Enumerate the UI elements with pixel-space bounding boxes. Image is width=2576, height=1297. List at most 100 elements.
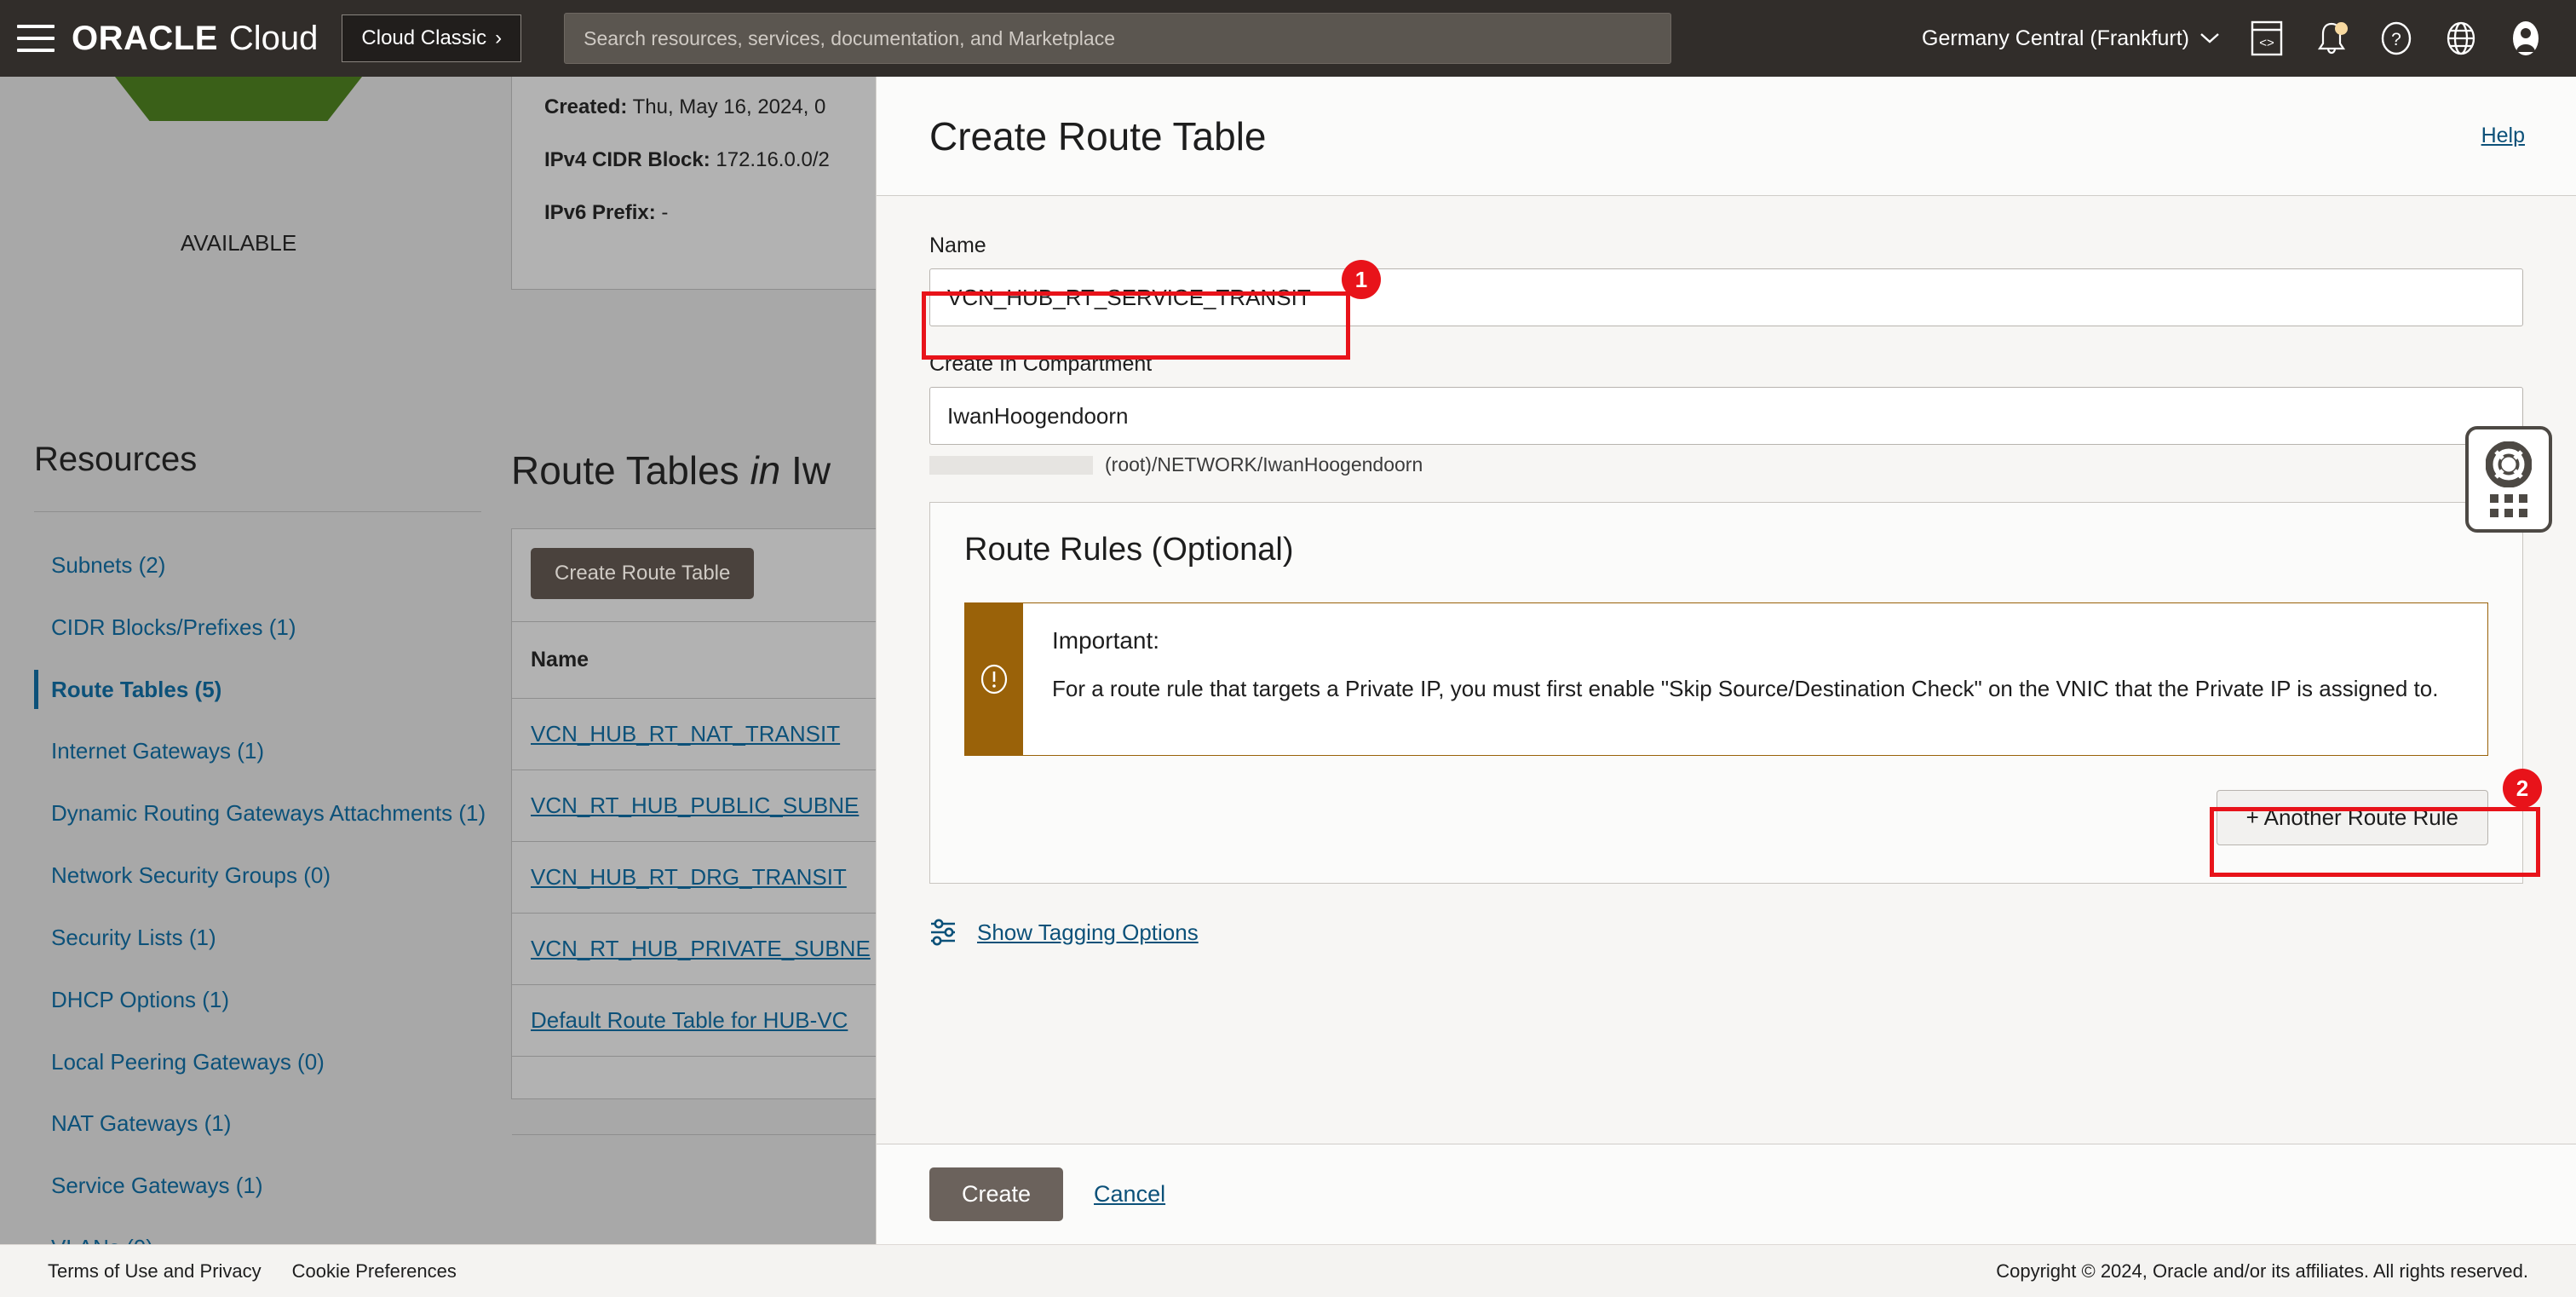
sidebar-item[interactable]: DHCP Options (1) — [0, 985, 511, 1015]
route-tables-column-header-name: Name — [512, 622, 882, 699]
search-input[interactable] — [564, 13, 1672, 64]
site-footer: Terms of Use and Privacy Cookie Preferenc… — [0, 1244, 2576, 1297]
name-input[interactable] — [929, 268, 2523, 326]
oracle-cloud-logo[interactable]: ORACLE Cloud — [72, 20, 318, 58]
compartment-label: Create In Compartment — [929, 352, 1153, 376]
create-route-table-panel: Create Route Table Help Name Create In C… — [876, 77, 2576, 1244]
panel-body: Name Create In Compartment (root)/NETWOR… — [877, 196, 2576, 1144]
sidebar-item-label: Network Security Groups (0) — [51, 862, 331, 889]
table-row[interactable]: VCN_HUB_RT_DRG_TRANSIT — [512, 842, 882, 914]
help-question-icon[interactable]: ? — [2378, 20, 2414, 56]
footer-link[interactable]: Cookie Preferences — [292, 1260, 457, 1283]
route-table-link[interactable]: VCN_RT_HUB_PUBLIC_SUBNE — [531, 793, 859, 818]
important-icon-bar — [965, 603, 1023, 755]
sidebar-item[interactable]: CIDR Blocks/Prefixes (1) — [0, 613, 511, 643]
page-title: Create Route Table — [929, 113, 1267, 159]
create-route-table-button[interactable]: Create Route Table — [531, 548, 755, 599]
region-selector[interactable]: Germany Central (Frankfurt) — [1922, 26, 2220, 51]
notification-badge-dot — [2335, 22, 2348, 35]
sidebar-item-label: Route Tables (5) — [51, 676, 222, 702]
name-field-group: Name — [929, 233, 2523, 326]
sidebar-item[interactable]: Network Security Groups (0) — [0, 861, 511, 891]
help-link[interactable]: Help — [2481, 124, 2525, 148]
route-tables-heading-scope: Iw — [791, 448, 831, 493]
resources-divider — [34, 511, 481, 512]
hamburger-line — [17, 37, 55, 40]
route-tables-heading-in: in — [750, 448, 781, 493]
table-row[interactable]: VCN_RT_HUB_PRIVATE_SUBNE — [512, 914, 882, 985]
sidebar-item[interactable]: Service Gateways (1) — [0, 1171, 511, 1201]
sidebar-item-label: NAT Gateways (1) — [51, 1110, 232, 1137]
cancel-button[interactable]: Cancel — [1094, 1181, 1165, 1208]
detail-created-label: Created: — [544, 95, 628, 118]
detail-ipv4-value: 172.16.0.0/2 — [716, 148, 830, 171]
global-search-container — [564, 13, 1672, 64]
table-row-empty — [512, 1057, 882, 1135]
sidebar-item-label: Service Gateways (1) — [51, 1173, 263, 1199]
route-table-link[interactable]: VCN_HUB_RT_DRG_TRANSIT — [531, 864, 847, 890]
sidebar-item[interactable]: Internet Gateways (1) — [0, 736, 511, 766]
resources-list: Subnets (2) CIDR Blocks/Prefixes (1) Route… — [0, 551, 511, 1295]
route-rules-title: Route Rules (Optional) — [964, 532, 1294, 568]
route-tables-card: Create Route Table Name VCN_HUB_RT_NAT_T… — [511, 528, 883, 1135]
grid-dot — [2519, 509, 2527, 517]
hamburger-line — [17, 25, 55, 28]
dot-grid-handle[interactable] — [2490, 494, 2527, 517]
sidebar-item-label: Dynamic Routing Gateways Attachments (1) — [51, 800, 486, 827]
hamburger-line — [17, 49, 55, 52]
detail-created: Created: Thu, May 16, 2024, 0 — [544, 95, 844, 119]
another-route-rule-button[interactable]: + Another Route Rule — [2216, 790, 2488, 845]
grid-dot — [2490, 494, 2498, 503]
sidebar-item[interactable]: Dynamic Routing Gateways Attachments (1) — [0, 798, 511, 828]
sidebar-item[interactable]: Local Peering Gateways (0) — [0, 1047, 511, 1077]
cloud-classic-label: Cloud Classic — [361, 26, 487, 49]
sidebar-item-label: Subnets (2) — [51, 552, 166, 578]
notifications-bell-icon[interactable] — [2314, 20, 2349, 56]
grid-dot — [2504, 494, 2513, 503]
detail-ipv6-prefix: IPv6 Prefix: - — [544, 201, 844, 225]
annotation-marker-2: 2 — [2503, 769, 2542, 808]
language-globe-icon[interactable] — [2443, 20, 2479, 56]
route-rules-actions: + Another Route Rule — [964, 790, 2488, 845]
help-floating-widget[interactable] — [2465, 426, 2552, 533]
compartment-select[interactable] — [929, 387, 2523, 445]
sidebar-item[interactable]: Route Tables (5) — [0, 669, 511, 709]
tag-settings-icon — [931, 919, 955, 946]
cloud-classic-button[interactable]: Cloud Classic › — [342, 14, 522, 62]
route-table-link[interactable]: VCN_RT_HUB_PRIVATE_SUBNE — [531, 936, 871, 961]
table-row[interactable]: VCN_RT_HUB_PUBLIC_SUBNE — [512, 770, 882, 842]
sidebar-item-label: Local Peering Gateways (0) — [51, 1048, 325, 1075]
sidebar-item[interactable]: Security Lists (1) — [0, 923, 511, 953]
footer-links: Terms of Use and Privacy Cookie Preferenc… — [48, 1260, 457, 1283]
panel-header: Create Route Table Help — [877, 77, 2576, 196]
oracle-wordmark: ORACLE — [72, 19, 218, 57]
footer-link[interactable]: Terms of Use and Privacy — [48, 1260, 262, 1283]
hamburger-menu-icon[interactable] — [17, 25, 55, 52]
chevron-right-icon: › — [495, 26, 503, 49]
compartment-hint-row: (root)/NETWORK/IwanHoogendoorn — [929, 453, 2523, 476]
name-label: Name — [929, 233, 986, 257]
sidebar-item[interactable]: NAT Gateways (1) — [0, 1109, 511, 1138]
tagging-options-row[interactable]: Show Tagging Options — [929, 918, 2523, 947]
detail-created-value: Thu, May 16, 2024, 0 — [632, 95, 826, 118]
compartment-path-hint: (root)/NETWORK/IwanHoogendoorn — [1105, 453, 1423, 476]
region-label: Germany Central (Frankfurt) — [1922, 26, 2189, 50]
compartment-hint-placeholder-block — [929, 455, 1093, 475]
svg-text:?: ? — [2391, 30, 2401, 49]
route-table-link[interactable]: VCN_HUB_RT_NAT_TRANSIT — [531, 721, 840, 746]
route-tables-rows: VCN_HUB_RT_NAT_TRANSIT VCN_RT_HUB_PUBLIC_… — [512, 699, 882, 1135]
copyright-text: Copyright © 2024, Oracle and/or its affi… — [1996, 1260, 2528, 1282]
sidebar-item-label: Security Lists (1) — [51, 924, 216, 950]
detail-ipv4-cidr: IPv4 CIDR Block: 172.16.0.0/2 — [544, 148, 844, 172]
svg-text:<>: <> — [2259, 36, 2274, 50]
table-row[interactable]: VCN_HUB_RT_NAT_TRANSIT — [512, 699, 882, 770]
route-table-link[interactable]: Default Route Table for HUB-VC — [531, 1007, 848, 1033]
table-row[interactable]: Default Route Table for HUB-VC — [512, 985, 882, 1057]
create-button[interactable]: Create — [929, 1167, 1064, 1221]
user-avatar-icon[interactable] — [2508, 20, 2544, 56]
grid-dot — [2504, 509, 2513, 517]
show-tagging-options-link[interactable]: Show Tagging Options — [977, 919, 1199, 946]
sidebar-item[interactable]: Subnets (2) — [0, 551, 511, 580]
annotation-marker-1: 1 — [1342, 260, 1381, 299]
cloud-shell-icon[interactable]: <> — [2249, 20, 2285, 56]
